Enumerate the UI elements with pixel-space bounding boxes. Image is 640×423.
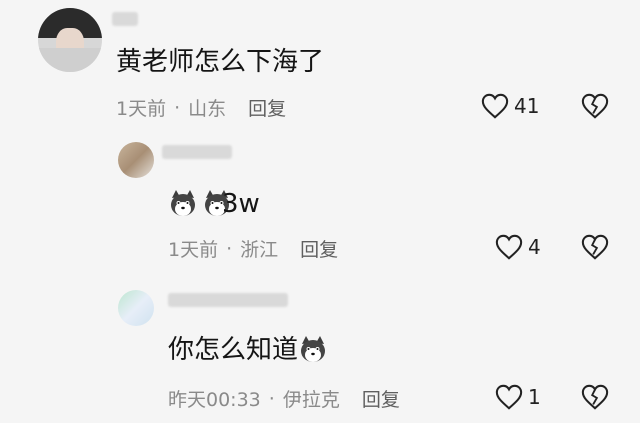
reply-button[interactable]: 回复 bbox=[362, 385, 400, 412]
like-button[interactable]: 4 bbox=[494, 233, 541, 261]
like-button[interactable]: 1 bbox=[494, 383, 541, 411]
comment-meta: 1天前 · 山东 回复 bbox=[116, 94, 286, 121]
comment-text: 你怎么知道 bbox=[168, 335, 299, 365]
comment-text: 3w bbox=[222, 189, 260, 219]
avatar[interactable] bbox=[38, 8, 102, 72]
blurred-username[interactable] bbox=[112, 12, 138, 26]
comment-text: 黄老师怎么下海了 bbox=[116, 47, 325, 77]
heart-outline-icon bbox=[481, 93, 509, 119]
heart-outline-icon bbox=[495, 384, 523, 410]
like-button[interactable]: 41 bbox=[480, 92, 539, 120]
broken-heart-icon[interactable] bbox=[580, 383, 610, 411]
comment-meta: 昨天00:33 · 伊拉克 回复 bbox=[168, 385, 400, 412]
comment-meta: 1天前 · 浙江 回复 bbox=[168, 235, 338, 262]
husky-dog-emoji bbox=[301, 336, 325, 362]
meta-separator: · bbox=[174, 96, 181, 119]
comment-location: 浙江 bbox=[240, 239, 279, 261]
comment-time: 1天前 bbox=[168, 239, 219, 261]
like-count: 1 bbox=[528, 385, 541, 409]
like-count: 41 bbox=[514, 94, 540, 118]
husky-dog-emoji bbox=[171, 190, 195, 216]
meta-separator: · bbox=[268, 387, 275, 410]
like-count: 4 bbox=[528, 235, 541, 259]
avatar[interactable] bbox=[118, 290, 154, 326]
heart-outline-icon bbox=[495, 234, 523, 260]
reply-button[interactable]: 回复 bbox=[300, 235, 338, 262]
avatar-mosaic bbox=[38, 48, 102, 72]
broken-heart-icon[interactable] bbox=[580, 233, 610, 261]
reply-button[interactable]: 回复 bbox=[248, 94, 286, 121]
comment-location: 伊拉克 bbox=[282, 389, 340, 411]
blurred-username[interactable] bbox=[162, 145, 232, 159]
comment-time: 1天前 bbox=[116, 98, 167, 120]
meta-separator: · bbox=[226, 237, 233, 260]
comment-location: 山东 bbox=[188, 98, 227, 120]
comment-time: 昨天00:33 bbox=[168, 389, 261, 411]
avatar[interactable] bbox=[118, 142, 154, 178]
blurred-username[interactable] bbox=[168, 293, 288, 307]
broken-heart-icon[interactable] bbox=[580, 92, 610, 120]
